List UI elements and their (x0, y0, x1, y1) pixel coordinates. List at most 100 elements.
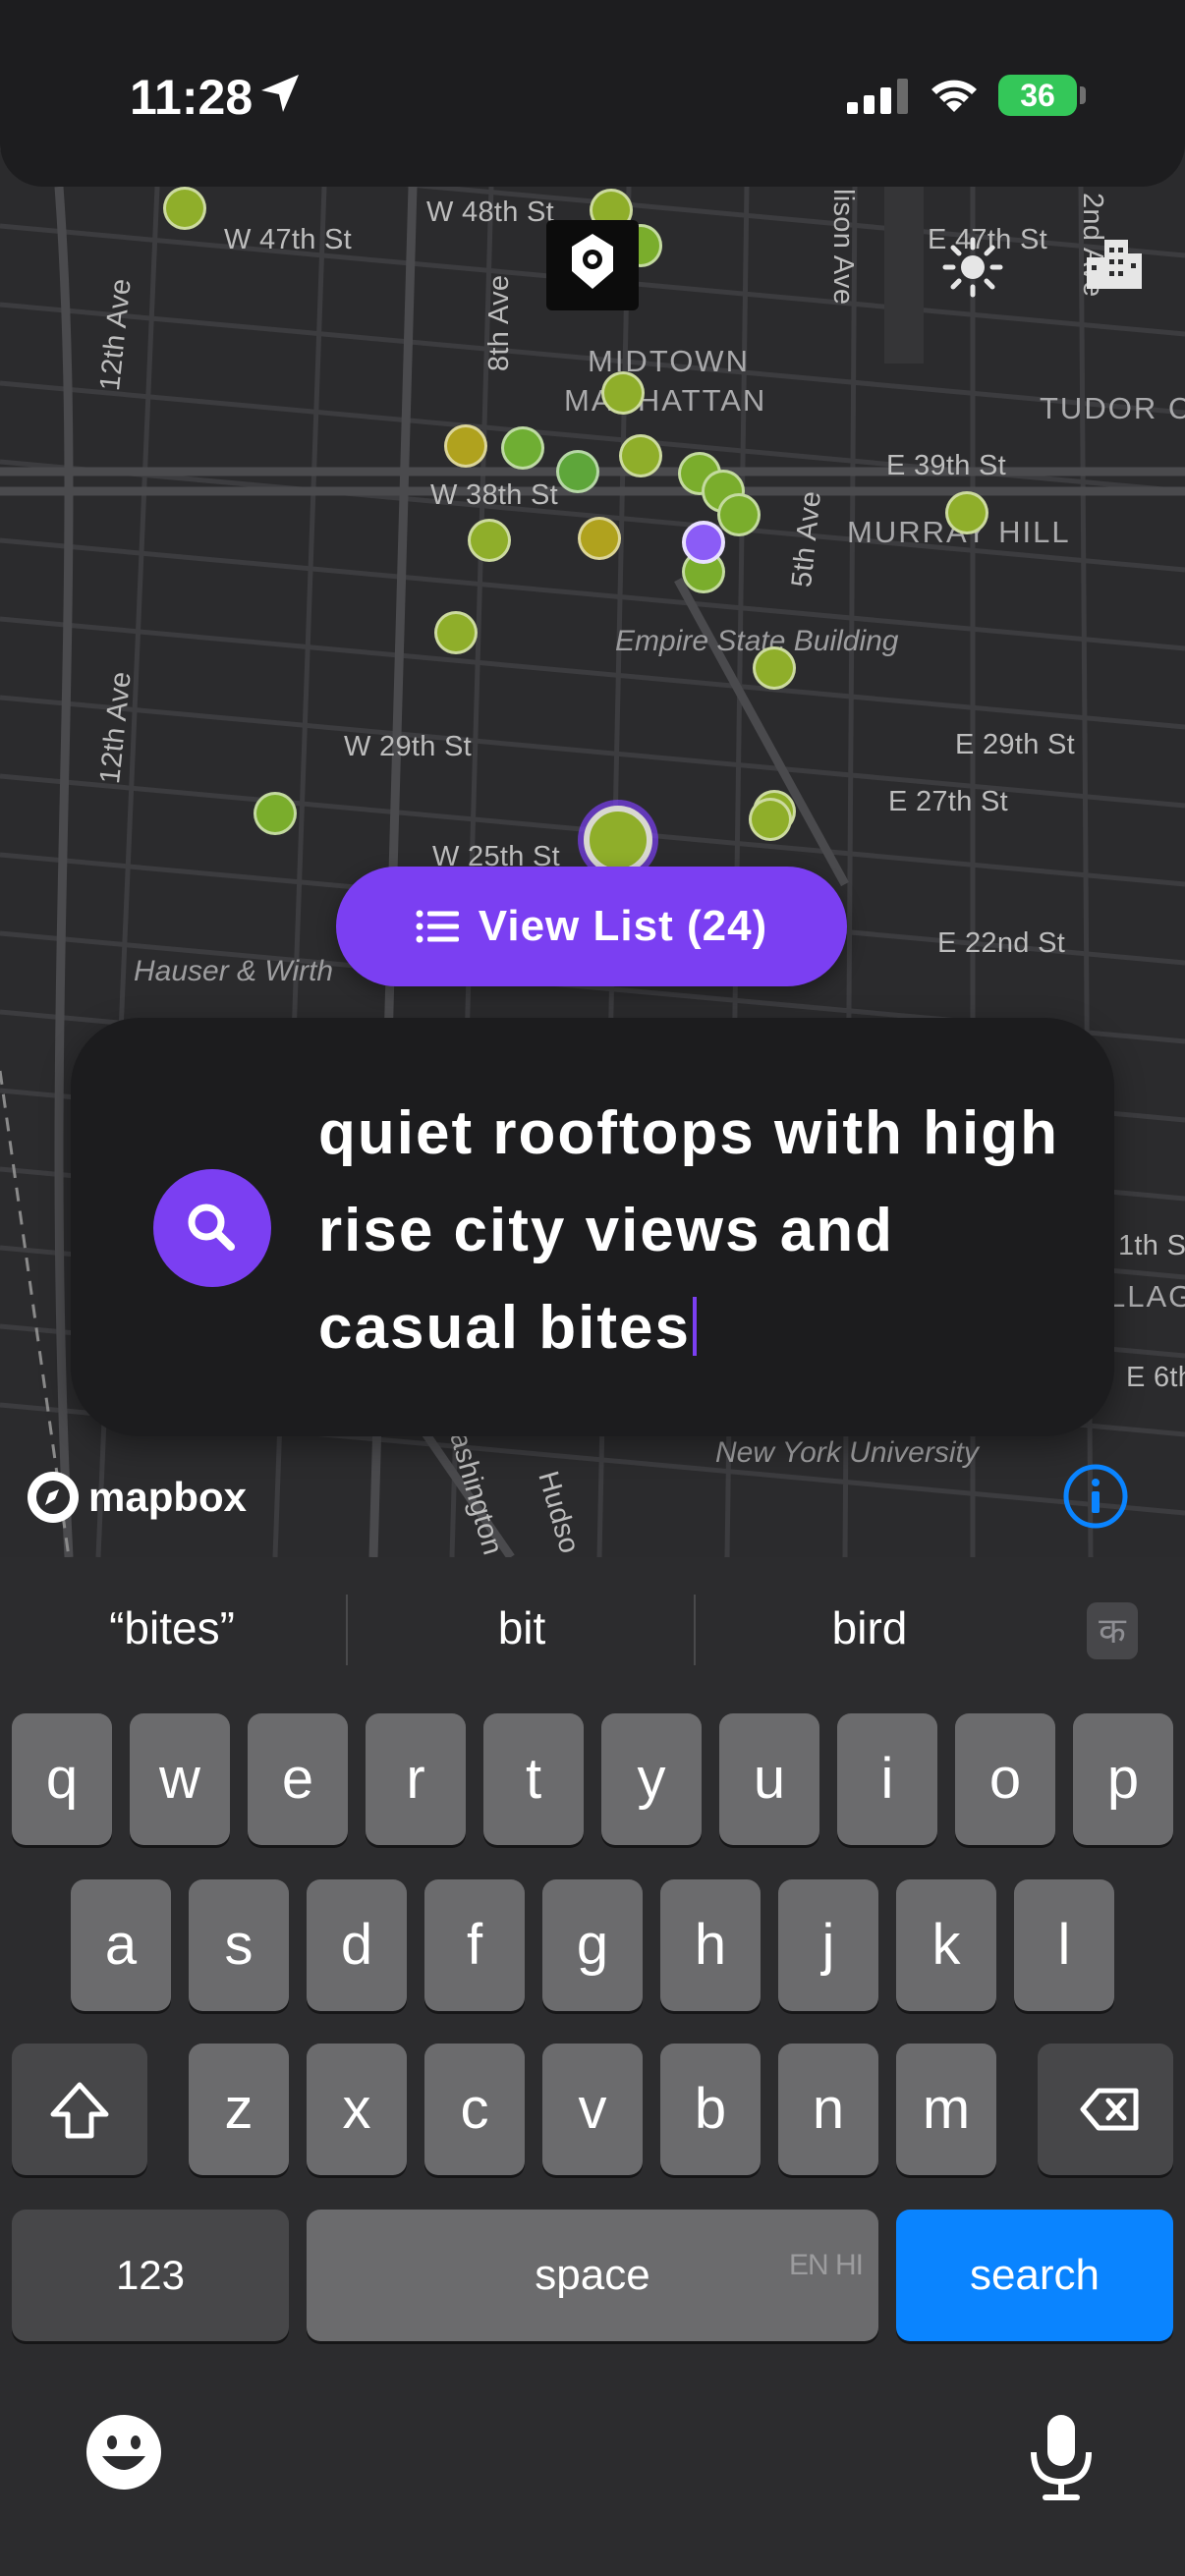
area-label: MANHATTAN (564, 383, 767, 418)
light-mode-icon[interactable] (941, 236, 1004, 304)
search-button[interactable] (153, 1169, 271, 1287)
key-s[interactable]: s (189, 1879, 289, 2011)
map-pin[interactable] (945, 491, 988, 534)
suggestion-item[interactable]: “bites” (0, 1601, 344, 1654)
battery-indicator: 36 (998, 75, 1077, 116)
street-label: 8th Ave (483, 274, 515, 371)
street-label: E 29th St (955, 729, 1075, 760)
key-l[interactable]: l (1014, 1879, 1114, 2011)
key-a[interactable]: a (71, 1879, 171, 2011)
cluster-pin[interactable] (584, 806, 652, 874)
map-pin[interactable] (601, 371, 645, 415)
key-v[interactable]: v (542, 2044, 643, 2175)
mapbox-logo-icon (28, 1472, 79, 1523)
key-d[interactable]: d (307, 1879, 407, 2011)
key-x[interactable]: x (307, 2044, 407, 2175)
street-label: W 47th St (224, 224, 353, 255)
battery-tip (1080, 86, 1086, 104)
delete-key[interactable] (1038, 2044, 1173, 2175)
map-pin[interactable] (444, 424, 487, 468)
mapbox-wordmark: mapbox (88, 1474, 248, 1520)
location-pin-icon (572, 234, 613, 289)
map-pin[interactable] (578, 517, 621, 560)
key-j[interactable]: j (778, 1879, 878, 2011)
key-b[interactable]: b (660, 2044, 761, 2175)
microphone-icon (1031, 2415, 1092, 2500)
suggestion-divider (694, 1595, 696, 1665)
mapbox-logo[interactable]: mapbox (26, 1470, 247, 1525)
key-z[interactable]: z (189, 2044, 289, 2175)
key-i[interactable]: i (837, 1713, 937, 1845)
suggestion-item[interactable]: bird (698, 1601, 1042, 1654)
backspace-icon (1080, 2088, 1139, 2131)
key-t[interactable]: t (483, 1713, 584, 1845)
street-label: W 48th St (426, 196, 555, 228)
poi-label: New York University (715, 1436, 979, 1469)
shift-key[interactable] (12, 2044, 147, 2175)
key-g[interactable]: g (542, 1879, 643, 2011)
map-pin[interactable] (501, 426, 544, 470)
map-pin[interactable] (556, 450, 599, 493)
search-card: quiet rooftops with high rise city views… (71, 1018, 1114, 1436)
key-p[interactable]: p (1073, 1713, 1173, 1845)
hindi-input-icon[interactable]: क (1087, 1602, 1138, 1659)
key-h[interactable]: h (660, 1879, 761, 2011)
view-list-button[interactable]: View List (24) (336, 867, 847, 986)
map-pin[interactable] (434, 611, 478, 654)
suggestion-item[interactable]: bit (350, 1601, 694, 1654)
search-input[interactable]: quiet rooftops with high rise city views… (318, 1085, 1065, 1376)
area-label: LLAG (1108, 1279, 1185, 1314)
key-k[interactable]: k (896, 1879, 996, 2011)
key-f[interactable]: f (424, 1879, 525, 2011)
search-query-text: quiet rooftops with high rise city views… (318, 1099, 1059, 1362)
street-label: E 27th St (888, 786, 1008, 817)
cellular-signal-icon (847, 79, 908, 114)
street-label: 1th S (1118, 1230, 1185, 1261)
key-o[interactable]: o (955, 1713, 1055, 1845)
map-pin[interactable] (468, 519, 511, 562)
key-q[interactable]: q (12, 1713, 112, 1845)
numbers-key[interactable]: 123 (12, 2210, 289, 2341)
key-u[interactable]: u (719, 1713, 819, 1845)
emoji-button[interactable] (85, 2413, 163, 2496)
emoji-icon (86, 2415, 161, 2490)
status-time: 11:28 (130, 70, 254, 125)
street-label: lison Ave (827, 189, 859, 306)
key-e[interactable]: e (248, 1713, 348, 1845)
street-label: W 29th St (344, 731, 473, 762)
key-c[interactable]: c (424, 2044, 525, 2175)
street-label: E 39th St (886, 450, 1006, 481)
microphone-button[interactable] (1028, 2413, 1095, 2506)
suggestion-divider (346, 1595, 348, 1665)
key-y[interactable]: y (601, 1713, 702, 1845)
map-pin[interactable] (753, 646, 796, 690)
key-r[interactable]: r (366, 1713, 466, 1845)
key-m[interactable]: m (896, 2044, 996, 2175)
search-icon (188, 1204, 235, 1251)
info-icon[interactable] (1063, 1464, 1128, 1534)
search-key[interactable]: search (896, 2210, 1173, 2341)
key-w[interactable]: w (130, 1713, 230, 1845)
app-root: W 47th St W 48th St 12th Ave 8th Ave lis… (0, 0, 1185, 2576)
recenter-button[interactable] (546, 220, 639, 310)
shift-icon (50, 2082, 109, 2139)
wifi-icon (931, 80, 977, 112)
space-label: space (535, 2251, 650, 2299)
map-pin[interactable] (717, 493, 761, 536)
street-label: E 22nd St (937, 927, 1066, 959)
location-arrow-icon (261, 75, 299, 112)
map-pin[interactable] (749, 798, 792, 841)
selected-location-pin[interactable] (682, 521, 725, 564)
map-pin[interactable] (254, 792, 297, 835)
space-key[interactable]: space EN HI (307, 2210, 878, 2341)
text-caret (692, 1297, 697, 1356)
3d-buildings-icon[interactable] (1083, 232, 1144, 298)
street-label: E 6th (1126, 1362, 1185, 1393)
language-label: EN HI (788, 2249, 864, 2281)
map-pin[interactable] (163, 187, 206, 230)
key-n[interactable]: n (778, 2044, 878, 2175)
battery-level: 36 (1020, 78, 1055, 113)
poi-label: Hauser & Wirth (134, 955, 334, 987)
suggestion-bar: “bites” bit bird क (0, 1557, 1185, 1705)
map-pin[interactable] (619, 434, 662, 477)
